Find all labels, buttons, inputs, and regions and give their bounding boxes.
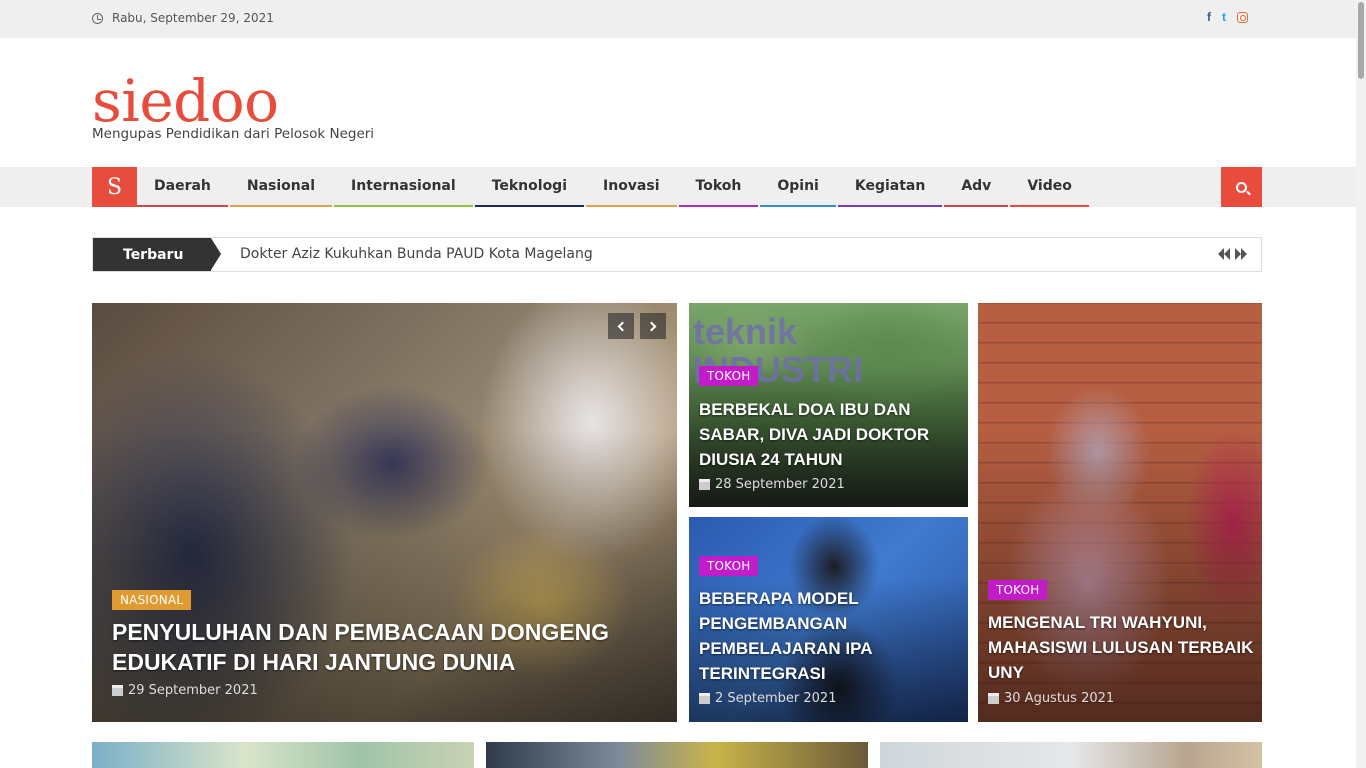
date-text: 29 September 2021 [128, 683, 258, 698]
slider-next-button[interactable] [640, 313, 666, 339]
article-thumbnail[interactable] [92, 742, 474, 768]
nav-item-opini[interactable]: Opini [760, 167, 836, 207]
chevron-left-icon [617, 321, 628, 331]
date-text: 2 September 2021 [715, 691, 837, 706]
ticker-next-icon[interactable] [1235, 248, 1247, 260]
featured-card-3[interactable]: TOKOH BEBERAPA MODEL PENGEMBANGAN PEMBEL… [689, 517, 968, 722]
nav-item-kegiatan[interactable]: Kegiatan [837, 167, 943, 207]
calendar-icon [112, 685, 123, 696]
nav-item-tokoh[interactable]: Tokoh [678, 167, 759, 207]
featured-main-card[interactable]: NASIONAL PENYULUHAN DAN PEMBACAAN DONGEN… [92, 303, 677, 722]
date-text: Rabu, September 29, 2021 [112, 11, 274, 25]
category-badge[interactable]: NASIONAL [112, 590, 192, 610]
category-badge[interactable]: TOKOH [699, 366, 759, 386]
calendar-icon [988, 693, 999, 704]
main-nav: Daerah Nasional Internasional Teknologi Inov… [137, 167, 1091, 207]
calendar-icon [699, 479, 710, 490]
article-title[interactable]: BEBERAPA MODEL PENGEMBANGAN PEMBELAJARAN… [699, 586, 959, 686]
ticker-controls [1218, 248, 1247, 260]
search-icon [1236, 181, 1247, 193]
category-badge[interactable]: TOKOH [988, 580, 1048, 600]
social-links: f t [1207, 10, 1248, 24]
featured-card-4[interactable]: TOKOH MENGENAL TRI WAHYUNI, MAHASISWI LU… [978, 303, 1262, 722]
slider-prev-button[interactable] [608, 313, 634, 339]
scrollbar-thumb[interactable] [1358, 2, 1364, 79]
article-title[interactable]: PENYULUHAN DAN PEMBACAAN DONGENG EDUKATI… [112, 617, 632, 677]
nav-item-teknologi[interactable]: Teknologi [474, 167, 585, 207]
chevron-right-icon [646, 321, 657, 331]
date-text: 30 Agustus 2021 [1004, 691, 1115, 706]
date-text: 28 September 2021 [715, 477, 845, 492]
ticker-label-arrow [211, 238, 221, 270]
category-badge[interactable]: TOKOH [699, 556, 759, 576]
clock-icon [92, 12, 103, 24]
twitter-icon[interactable]: t [1222, 10, 1226, 24]
breaking-news-ticker: Terbaru Dokter Aziz Kukuhkan Bunda PAUD … [92, 237, 1262, 272]
top-bar: Rabu, September 29, 2021 f t [0, 0, 1356, 38]
nav-item-video[interactable]: Video [1010, 167, 1089, 207]
instagram-icon[interactable] [1237, 12, 1248, 23]
article-thumbnail[interactable] [880, 742, 1262, 768]
article-date: 29 September 2021 [112, 683, 258, 698]
page-scrollbar[interactable] [1356, 0, 1366, 768]
nav-item-internasional[interactable]: Internasional [334, 167, 473, 207]
article-date: 28 September 2021 [699, 477, 845, 492]
article-date: 30 Agustus 2021 [988, 691, 1114, 706]
current-date: Rabu, September 29, 2021 [92, 11, 274, 25]
nav-item-inovasi[interactable]: Inovasi [586, 167, 677, 207]
nav-item-adv[interactable]: Adv [944, 167, 1009, 207]
article-title[interactable]: BERBEKAL DOA IBU DAN SABAR, DIVA JADI DO… [699, 397, 959, 472]
ticker-label: Terbaru [93, 238, 211, 271]
nav-item-nasional[interactable]: Nasional [229, 167, 333, 207]
ticker-prev-icon[interactable] [1218, 248, 1230, 260]
search-button[interactable] [1221, 167, 1262, 207]
ticker-headline[interactable]: Dokter Aziz Kukuhkan Bunda PAUD Kota Mag… [240, 246, 593, 262]
article-date: 2 September 2021 [699, 691, 836, 706]
article-title[interactable]: MENGENAL TRI WAHYUNI, MAHASISWI LULUSAN … [988, 610, 1256, 685]
article-thumbnail[interactable] [486, 742, 868, 768]
home-button[interactable]: S [92, 167, 137, 207]
featured-card-2[interactable]: teknik INDUSTRI TOKOH BERBEKAL DOA IBU D… [689, 303, 968, 507]
nav-item-daerah[interactable]: Daerah [137, 167, 228, 207]
calendar-icon [699, 693, 710, 704]
facebook-icon[interactable]: f [1207, 10, 1211, 24]
site-tagline: Mengupas Pendidikan dari Pelosok Negeri [92, 126, 375, 142]
image-overlay [92, 428, 677, 722]
